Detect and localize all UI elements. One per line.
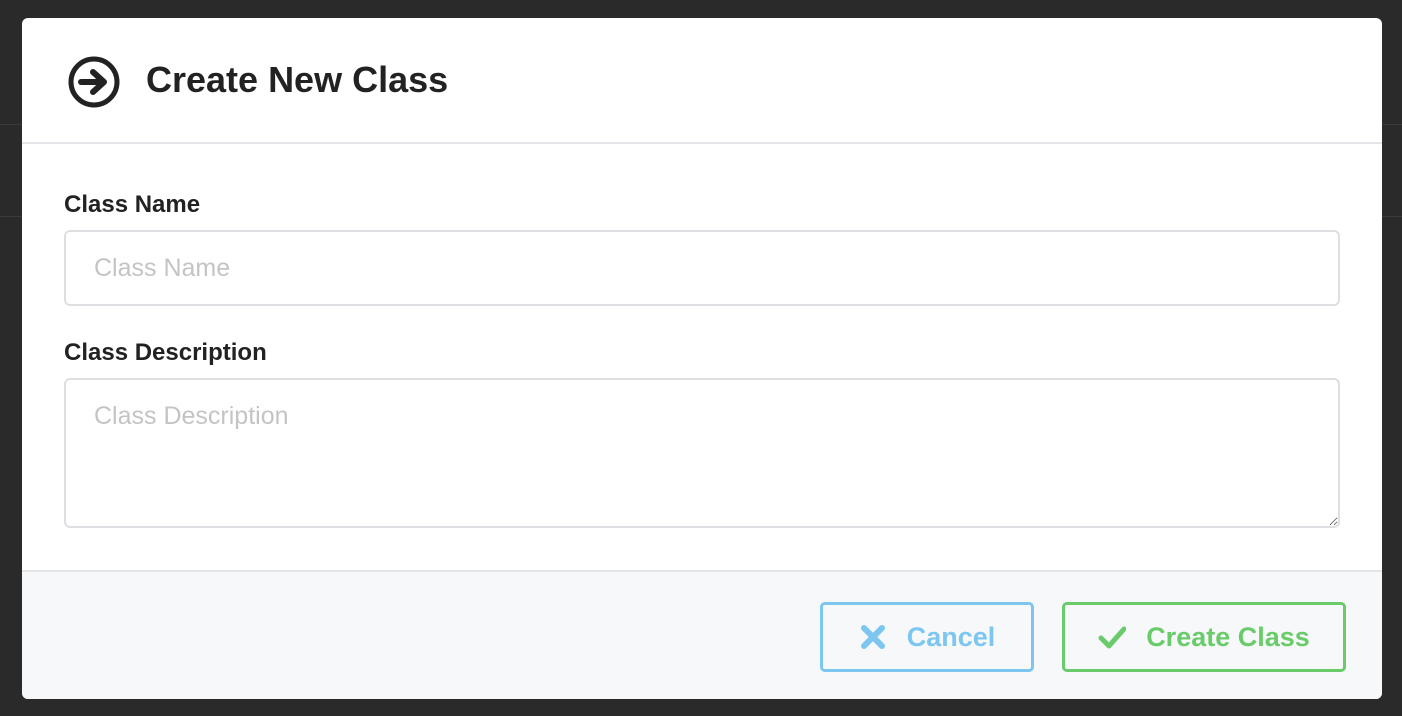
- checkmark-icon: [1098, 623, 1127, 651]
- class-description-label: Class Description: [64, 339, 267, 366]
- modal-footer: Cancel Create Class: [22, 570, 1382, 699]
- class-description-textarea[interactable]: [64, 378, 1340, 528]
- modal-header: Create New Class: [22, 18, 1382, 144]
- cancel-button[interactable]: Cancel: [820, 602, 1034, 672]
- cancel-button-label: Cancel: [906, 621, 996, 652]
- class-name-label: Class Name: [64, 191, 201, 218]
- modal-title: Create New Class: [146, 59, 449, 100]
- class-name-input[interactable]: [64, 230, 1340, 306]
- arrow-circle-right-icon: [66, 54, 122, 110]
- close-icon: [859, 623, 887, 651]
- create-class-button[interactable]: Create Class: [1062, 602, 1346, 672]
- create-class-modal: Create New Class Class Name Class Descri…: [22, 18, 1382, 699]
- create-class-button-label: Create Class: [1146, 621, 1310, 652]
